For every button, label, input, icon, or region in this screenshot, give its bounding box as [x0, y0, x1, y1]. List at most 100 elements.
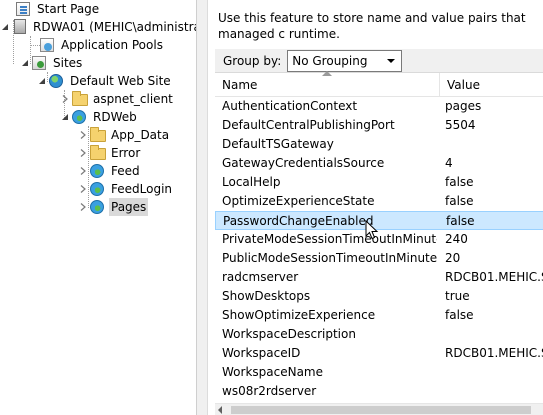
group-by-toolbar: Group by: No Grouping [215, 49, 543, 73]
column-header-value[interactable]: Value [440, 73, 543, 97]
tree-item-app-data[interactable]: App_Data [78, 126, 171, 144]
table-row[interactable]: PublicModeSessionTimeoutInMinutes 20 [215, 249, 543, 268]
group-by-selected-value: No Grouping [292, 53, 368, 68]
grid-header: Name Value [215, 71, 543, 97]
tree-item-label: Error [111, 146, 141, 160]
tree-item-error[interactable]: Error [78, 144, 142, 162]
tree-item-feed[interactable]: Feed [78, 162, 142, 180]
scroll-left-arrow-icon[interactable] [218, 406, 222, 414]
tree-item-label: RDWA01 (MEHIC\administrat [33, 20, 196, 34]
tree-item-pages[interactable]: Pages [78, 198, 149, 216]
tree-item-sites[interactable]: Sites [20, 54, 84, 72]
tree-item-label: Pages [109, 198, 149, 216]
setting-value: false [445, 308, 474, 322]
setting-name: ShowDesktops [222, 289, 311, 303]
table-row[interactable]: ShowOptimizeExperience false [215, 306, 543, 325]
setting-value: 4 [445, 156, 453, 170]
table-row[interactable]: PrivateModeSessionTimeoutInMinutes 240 [215, 230, 543, 249]
setting-name: AuthenticationContext [222, 99, 358, 113]
tree-item-label: FeedLogin [111, 182, 173, 196]
tree-item-default-web-site[interactable]: Default Web Site [37, 72, 173, 90]
table-row[interactable]: radcmserver RDCB01.MEHIC.SE [215, 268, 543, 287]
setting-value: false [445, 175, 474, 189]
tree-item-label: Default Web Site [70, 74, 171, 88]
app-settings-pane: Use this feature to store name and value… [208, 0, 543, 415]
table-row[interactable]: WorkspaceDescription [215, 325, 543, 344]
setting-name: OptimizeExperienceState [222, 194, 375, 208]
table-row[interactable]: GatewayCredentialsSource 4 [215, 154, 543, 173]
web-application-icon [72, 109, 88, 125]
group-by-dropdown[interactable]: No Grouping [287, 49, 403, 72]
connections-tree: Start Page RDWA01 (MEHIC\administrat App… [0, 0, 196, 415]
setting-name: WorkspaceName [222, 365, 323, 379]
table-row[interactable]: ws08r2rdserver [215, 382, 543, 401]
dropdown-arrow-icon [387, 58, 396, 63]
globe-icon [49, 73, 65, 89]
chevron-right-icon[interactable] [78, 198, 88, 216]
setting-name: ShowOptimizeExperience [222, 308, 376, 322]
setting-name: PrivateModeSessionTimeoutInMinutes [222, 232, 437, 246]
tree-item-rdweb[interactable]: RDWeb [60, 108, 139, 126]
chevron-right-icon[interactable] [78, 162, 88, 180]
table-row-selected[interactable]: PasswordChangeEnabled false [215, 211, 543, 230]
setting-name: DefaultCentralPublishingPort [222, 118, 395, 132]
setting-name: PublicModeSessionTimeoutInMinutes [222, 251, 437, 265]
horizontal-scrollbar[interactable] [215, 403, 543, 415]
table-row[interactable]: DefaultCentralPublishingPort 5504 [215, 116, 543, 135]
chevron-right-icon[interactable] [60, 90, 70, 108]
table-row[interactable]: ShowDesktops true [215, 287, 543, 306]
tree-item-label: App_Data [111, 128, 170, 142]
column-header-name[interactable]: Name [215, 71, 440, 97]
sort-ascending-icon [322, 71, 332, 76]
setting-value: true [445, 289, 470, 303]
setting-value: 20 [445, 251, 461, 265]
setting-name: LocalHelp [222, 175, 281, 189]
setting-name: WorkspaceID [222, 346, 301, 360]
chevron-right-icon[interactable] [78, 144, 88, 162]
folder-icon [72, 91, 88, 107]
tree-item-label: Sites [53, 56, 83, 70]
application-pools-icon [40, 37, 56, 53]
tree-item-label: aspnet_client [93, 92, 173, 106]
chevron-right-icon[interactable] [78, 126, 88, 144]
tree-item-aspnet-client[interactable]: aspnet_client [60, 90, 175, 108]
chevron-down-icon[interactable] [60, 108, 70, 126]
table-row[interactable]: OptimizeExperienceState false [215, 192, 543, 211]
setting-name: radcmserver [222, 270, 299, 284]
tree-item-server[interactable]: RDWA01 (MEHIC\administrat [0, 18, 196, 36]
tree-item-label: RDWeb [93, 110, 137, 124]
scrollbar-thumb[interactable] [231, 406, 531, 414]
table-row[interactable]: AuthenticationContext pages [215, 97, 543, 116]
sites-icon [32, 55, 48, 71]
setting-name: WorkspaceDescription [222, 327, 356, 341]
setting-value: 5504 [445, 118, 476, 132]
tree-item-application-pools[interactable]: Application Pools [38, 36, 165, 54]
settings-grid: Name Value AuthenticationContext pages De… [215, 71, 543, 403]
table-row[interactable]: WorkspaceID RDCB01.MEHIC.SE [215, 344, 543, 363]
setting-value: false [446, 214, 475, 228]
tree-item-start-page[interactable]: Start Page [14, 0, 101, 18]
chevron-down-icon[interactable] [37, 72, 47, 90]
chevron-right-icon[interactable] [78, 180, 88, 198]
table-row[interactable]: WorkspaceName [215, 363, 543, 382]
setting-value: RDCB01.MEHIC.SE [445, 346, 543, 360]
server-icon [12, 19, 28, 35]
setting-name: GatewayCredentialsSource [222, 156, 385, 170]
pane-splitter[interactable] [196, 0, 208, 415]
setting-value: 240 [445, 232, 468, 246]
feature-description: Use this feature to store name and value… [218, 11, 526, 41]
setting-value: RDCB01.MEHIC.SE [445, 270, 543, 284]
grid-rows: AuthenticationContext pages DefaultCentra… [215, 97, 543, 401]
tree-item-label: Start Page [37, 2, 100, 16]
tree-item-label: Feed [111, 164, 140, 178]
column-header-label: Value [447, 78, 480, 92]
chevron-down-icon[interactable] [20, 54, 30, 72]
web-application-icon [90, 181, 106, 197]
tree-item-label: Application Pools [61, 38, 163, 52]
tree-item-feedlogin[interactable]: FeedLogin [78, 180, 174, 198]
table-row[interactable]: LocalHelp false [215, 173, 543, 192]
folder-icon [90, 145, 106, 161]
mouse-pointer-icon [365, 220, 379, 240]
chevron-down-icon[interactable] [0, 18, 10, 36]
table-row[interactable]: DefaultTSGateway [215, 135, 543, 154]
